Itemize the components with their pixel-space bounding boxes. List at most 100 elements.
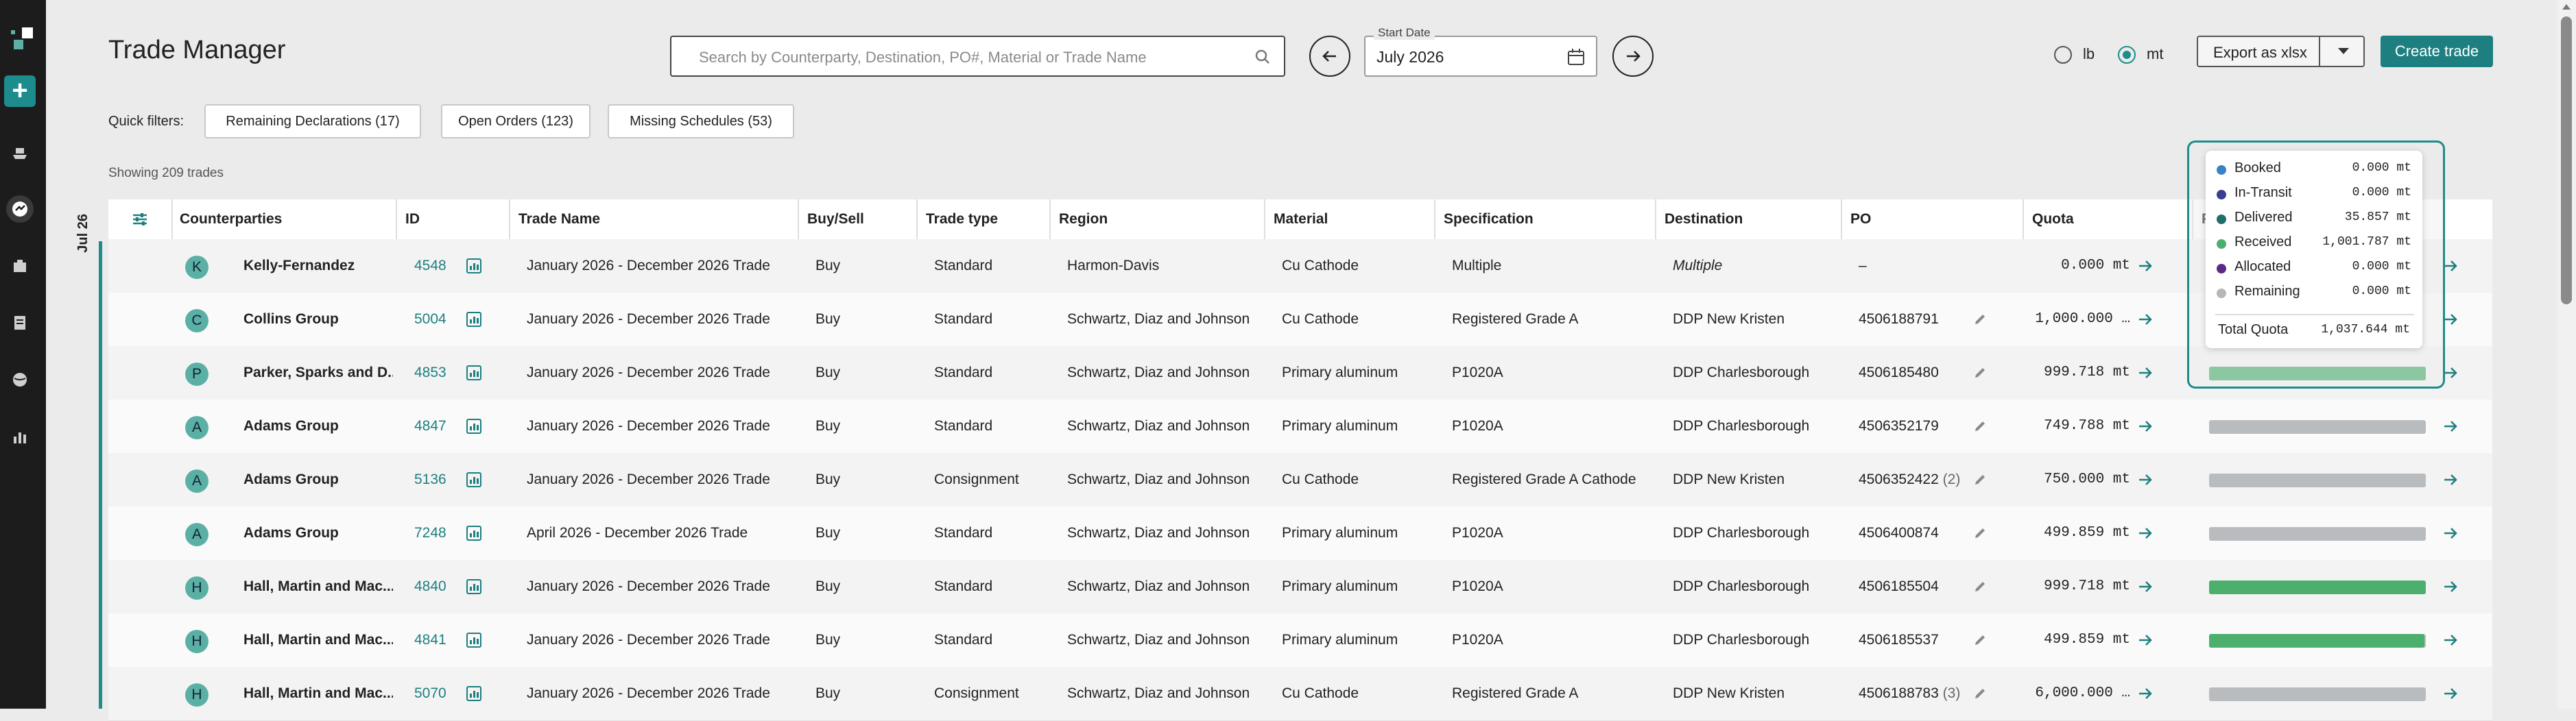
column-header-quota[interactable]: Quota bbox=[2024, 199, 2193, 239]
documents-icon[interactable] bbox=[6, 309, 34, 337]
table-row[interactable]: H Hall, Martin and Mac... 4841 January 2… bbox=[108, 613, 2492, 668]
trade-id-link[interactable]: 4853 bbox=[406, 346, 446, 400]
table-row[interactable]: H Hall, Martin and Mac... 4840 January 2… bbox=[108, 560, 2492, 614]
progress-arrow-icon[interactable] bbox=[2442, 419, 2459, 437]
edit-po-icon[interactable] bbox=[1972, 686, 1988, 705]
edit-po-icon[interactable] bbox=[1972, 419, 1988, 437]
progress-arrow-icon[interactable] bbox=[2442, 526, 2459, 544]
counterparty-name[interactable]: Adams Group bbox=[235, 453, 393, 506]
trade-id-link[interactable]: 4841 bbox=[406, 613, 446, 667]
column-header-trade-type[interactable]: Trade type bbox=[918, 199, 1051, 239]
trade-id-link[interactable]: 5070 bbox=[406, 667, 446, 720]
calendar-icon[interactable] bbox=[1566, 47, 1586, 71]
table-row[interactable]: A Adams Group 5136 January 2026 - Decemb… bbox=[108, 453, 2492, 507]
quick-filter-missing-schedules[interactable]: Missing Schedules (53) bbox=[608, 104, 794, 138]
column-settings-button[interactable] bbox=[108, 199, 173, 239]
add-icon[interactable]: + bbox=[4, 75, 36, 107]
edit-po-icon[interactable] bbox=[1972, 365, 1988, 384]
chart-icon[interactable] bbox=[465, 524, 483, 546]
quota-arrow-icon[interactable] bbox=[2137, 633, 2154, 651]
quota-arrow-icon[interactable] bbox=[2137, 365, 2154, 384]
trade-id-link[interactable]: 5004 bbox=[406, 293, 446, 346]
trade-id-link[interactable]: 4548 bbox=[406, 239, 446, 293]
next-period-button[interactable] bbox=[1612, 36, 1654, 77]
chart-icon[interactable] bbox=[465, 417, 483, 439]
edit-po-icon[interactable] bbox=[1972, 579, 1988, 598]
quota-arrow-icon[interactable] bbox=[2137, 472, 2154, 491]
counterparty-name[interactable]: Parker, Sparks and D... bbox=[235, 346, 393, 400]
ship-icon[interactable] bbox=[6, 138, 34, 166]
counterparty-name[interactable]: Hall, Martin and Mac... bbox=[235, 613, 393, 667]
chart-icon[interactable] bbox=[465, 685, 483, 706]
counterparty-name[interactable]: Hall, Martin and Mac... bbox=[235, 667, 393, 720]
progress-bar[interactable] bbox=[2209, 687, 2426, 701]
chart-icon[interactable] bbox=[465, 364, 483, 385]
edit-po-icon[interactable] bbox=[1972, 472, 1988, 491]
column-header-specification[interactable]: Specification bbox=[1435, 199, 1656, 239]
table-row[interactable]: K Kelly-Fernandez 4548 January 2026 - De… bbox=[108, 239, 2492, 293]
column-header-po[interactable]: PO bbox=[1842, 199, 2024, 239]
counterparty-name[interactable]: Adams Group bbox=[235, 400, 393, 453]
quota-arrow-icon[interactable] bbox=[2137, 419, 2154, 437]
quota-arrow-icon[interactable] bbox=[2137, 312, 2154, 330]
progress-arrow-icon[interactable] bbox=[2442, 633, 2459, 651]
export-button[interactable]: Export as xlsx bbox=[2197, 36, 2365, 67]
counterparty-name[interactable]: Kelly-Fernandez bbox=[235, 239, 393, 293]
progress-bar[interactable] bbox=[2209, 420, 2426, 434]
table-row[interactable]: A Adams Group 4847 January 2026 - Decemb… bbox=[108, 400, 2492, 454]
column-header-buy-sell[interactable]: Buy/Sell bbox=[799, 199, 918, 239]
search-input[interactable] bbox=[697, 45, 1235, 70]
trade-id-link[interactable]: 4847 bbox=[406, 400, 446, 453]
progress-arrow-icon[interactable] bbox=[2442, 686, 2459, 705]
unit-radio-lb[interactable] bbox=[2054, 46, 2072, 64]
quick-filter-open-orders[interactable]: Open Orders (123) bbox=[441, 104, 591, 138]
globe-icon[interactable] bbox=[6, 366, 34, 393]
quota-arrow-icon[interactable] bbox=[2137, 686, 2154, 705]
column-header-region[interactable]: Region bbox=[1051, 199, 1265, 239]
reports-icon[interactable] bbox=[6, 423, 34, 450]
vertical-scrollbar[interactable] bbox=[2557, 0, 2576, 709]
progress-bar[interactable] bbox=[2209, 634, 2426, 648]
progress-bar[interactable] bbox=[2209, 581, 2426, 594]
chart-icon[interactable] bbox=[465, 631, 483, 652]
quota-arrow-icon[interactable] bbox=[2137, 258, 2154, 277]
counterparty-name[interactable]: Collins Group bbox=[235, 293, 393, 346]
chart-icon[interactable] bbox=[465, 578, 483, 599]
quota-arrow-icon[interactable] bbox=[2137, 579, 2154, 598]
trade-id-link[interactable]: 7248 bbox=[406, 506, 446, 560]
progress-bar[interactable] bbox=[2209, 474, 2426, 487]
counterparty-name[interactable]: Hall, Martin and Mac... bbox=[235, 560, 393, 613]
column-header-id[interactable]: ID bbox=[397, 199, 510, 239]
column-header-counterparties[interactable]: Counterparties bbox=[171, 199, 397, 239]
edit-po-icon[interactable] bbox=[1972, 633, 1988, 651]
progress-arrow-icon[interactable] bbox=[2442, 579, 2459, 598]
previous-period-button[interactable] bbox=[1309, 36, 1350, 77]
chevron-down-icon[interactable] bbox=[2338, 48, 2349, 54]
unit-radio-mt[interactable] bbox=[2118, 46, 2136, 64]
column-header-material[interactable]: Material bbox=[1265, 199, 1435, 239]
start-date-field[interactable]: July 2026 bbox=[1364, 36, 1597, 77]
progress-bar[interactable] bbox=[2209, 527, 2426, 541]
scroll-thumb[interactable] bbox=[2561, 16, 2572, 304]
edit-po-icon[interactable] bbox=[1972, 312, 1988, 330]
trade-manager-nav-icon[interactable] bbox=[6, 195, 34, 223]
table-row[interactable]: C Collins Group 5004 January 2026 - Dece… bbox=[108, 293, 2492, 347]
warehouse-icon[interactable] bbox=[6, 252, 34, 280]
edit-po-icon[interactable] bbox=[1972, 526, 1988, 544]
column-header-destination[interactable]: Destination bbox=[1656, 199, 1842, 239]
chart-icon[interactable] bbox=[465, 471, 483, 492]
trade-id-link[interactable]: 5136 bbox=[406, 453, 446, 506]
table-row[interactable]: H Hall, Martin and Mac... 5070 January 2… bbox=[108, 667, 2492, 721]
table-row[interactable]: P Parker, Sparks and D... 4853 January 2… bbox=[108, 346, 2492, 400]
scroll-up-icon[interactable] bbox=[2562, 4, 2571, 10]
trade-id-link[interactable]: 4840 bbox=[406, 560, 446, 613]
create-trade-button[interactable]: Create trade bbox=[2381, 36, 2493, 67]
progress-arrow-icon[interactable] bbox=[2442, 472, 2459, 491]
quota-arrow-icon[interactable] bbox=[2137, 526, 2154, 544]
table-row[interactable]: A Adams Group 7248 April 2026 - December… bbox=[108, 506, 2492, 561]
chart-icon[interactable] bbox=[465, 257, 483, 278]
column-header-trade-name[interactable]: Trade Name bbox=[510, 199, 799, 239]
counterparty-name[interactable]: Adams Group bbox=[235, 506, 393, 560]
search-box[interactable] bbox=[670, 36, 1285, 77]
quick-filter-remaining-declarations[interactable]: Remaining Declarations (17) bbox=[204, 104, 421, 138]
